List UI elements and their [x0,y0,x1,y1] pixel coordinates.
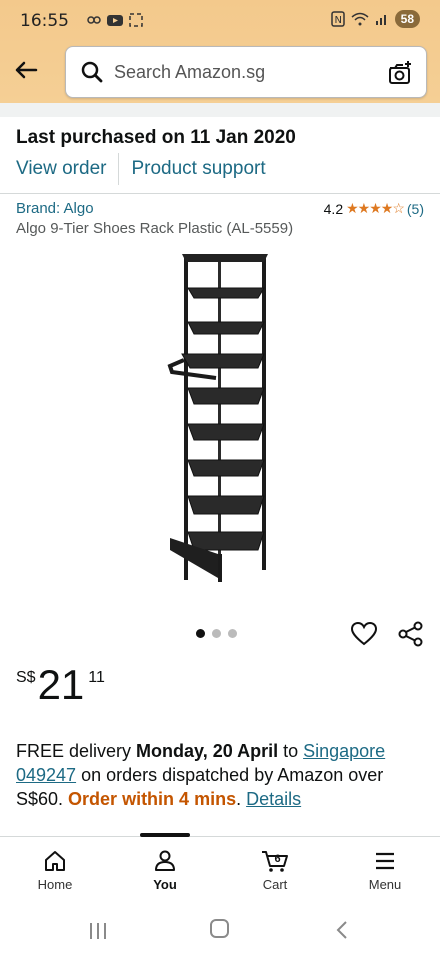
active-tab-indicator [140,833,190,837]
youtube-icon [107,15,123,26]
search-input[interactable]: Search Amazon.sg [65,46,427,98]
last-purchased-text: Last purchased on 11 Jan 2020 [16,127,296,148]
brand-link[interactable]: Brand: Algo [16,200,94,217]
system-icons: N 58 [330,10,420,28]
screenshot-icon [129,13,143,27]
carousel-dot[interactable] [228,629,237,638]
nav-menu-label: Menu [368,877,402,892]
header: 16:55 N 58 Search Amazon.sg [0,0,440,103]
view-order-link[interactable]: View order [16,158,106,180]
notification-icon [87,16,101,24]
price-currency: S$ [16,669,36,686]
system-back-icon[interactable] [336,920,348,940]
nfc-icon: N [330,11,345,27]
home-icon [45,851,65,871]
delivery-details-link[interactable]: Details [246,789,301,809]
divider [0,193,440,194]
delivery-message: FREE delivery Monday, 20 April to Singap… [16,739,426,811]
nav-you-label: You [153,877,177,892]
nav-cart[interactable]: 6 Cart [235,849,315,892]
nav-menu[interactable]: Menu [345,849,425,892]
cart-icon: 6 [262,851,288,872]
carousel-dot[interactable] [212,629,221,638]
delivery-date: Monday, 20 April [136,741,279,761]
price-fraction: 11 [88,669,105,686]
notification-icons [86,12,144,28]
system-navigation-bar [0,906,440,955]
delivery-to: to [278,741,304,761]
order-links: View order Product support [16,153,266,185]
price: S$ 21 11 [16,663,105,707]
carousel-dot[interactable] [196,629,205,638]
nav-home-label: Home [37,877,73,892]
svg-text:N: N [334,15,341,26]
heart-icon[interactable] [350,620,378,648]
nav-cart-label: Cart [262,877,288,892]
product-title: Algo 9-Tier Shoes Rack Plastic (AL-5559) [16,220,294,237]
rating-count: (5) [406,200,424,217]
home-button-icon[interactable] [210,919,229,938]
person-icon [155,850,175,871]
share-icon[interactable] [397,620,425,648]
product-image[interactable] [160,248,284,588]
search-placeholder: Search Amazon.sg [114,62,266,82]
status-bar: 16:55 N 58 [0,0,440,40]
back-arrow-icon[interactable] [12,56,40,84]
rating-value: 4.2 [323,200,344,217]
wifi-icon [351,12,369,26]
menu-icon [376,852,394,870]
camera-search-icon[interactable] [386,59,414,87]
recents-icon[interactable] [88,922,108,940]
price-whole: 21 [37,661,85,708]
nav-you[interactable]: You [125,849,205,892]
delivery-period: . [236,789,247,809]
rating-summary[interactable]: 4.2 ★★★★☆ (5) [324,200,424,217]
delivery-prefix: FREE delivery [16,741,137,761]
search-icon [81,61,103,83]
battery-badge: 58 [394,10,420,28]
cart-count: 6 [275,853,281,865]
product-support-link[interactable]: Product support [131,158,265,180]
nav-home[interactable]: Home [15,849,95,892]
link-separator [118,153,120,185]
bottom-nav: Home You 6 Cart Menu [0,833,440,906]
status-time: 16:55 [20,11,69,31]
star-rating-icon: ★★★★☆ [346,200,405,216]
section-divider [0,103,440,117]
image-carousel-dots[interactable] [196,629,237,638]
order-urgency: Order within 4 mins [68,789,237,809]
signal-icon [375,15,386,25]
